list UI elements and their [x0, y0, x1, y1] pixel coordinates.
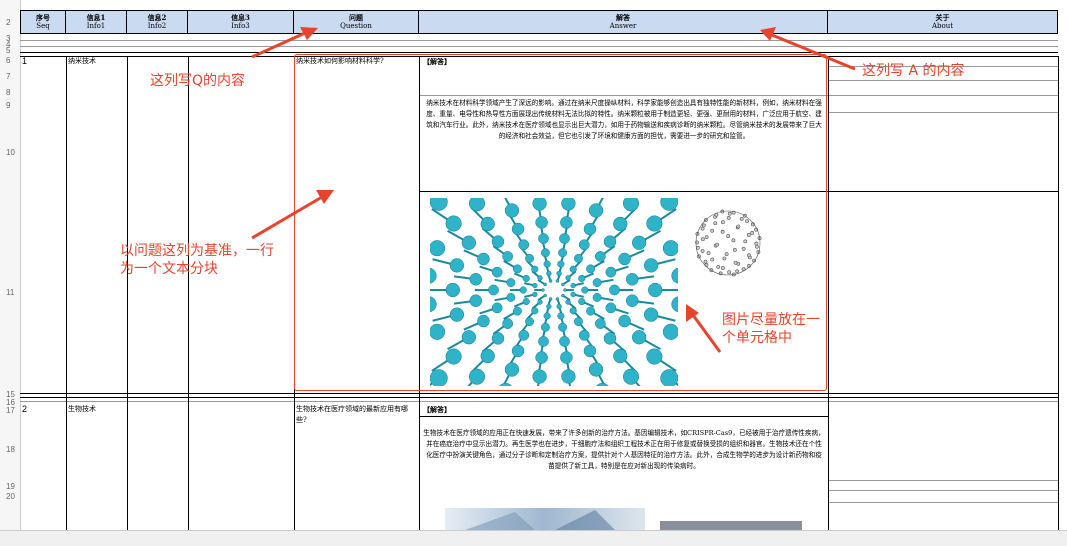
annotation-q-column: 这列写Q的内容 [150, 73, 246, 89]
spreadsheet: 2 3 4 5 6 7 8 9 10 11 15 16 17 18 19 20 … [0, 0, 1067, 546]
annotation-a-column: 这列写 A 的内容 [862, 63, 965, 79]
annotation-image: 图片尽量放在一个单元格中 [722, 312, 820, 346]
annotation-chunk: 以问题这列为基准，一行为一个文本分块 [120, 243, 274, 277]
sheet-tab-bar[interactable] [0, 530, 1067, 546]
